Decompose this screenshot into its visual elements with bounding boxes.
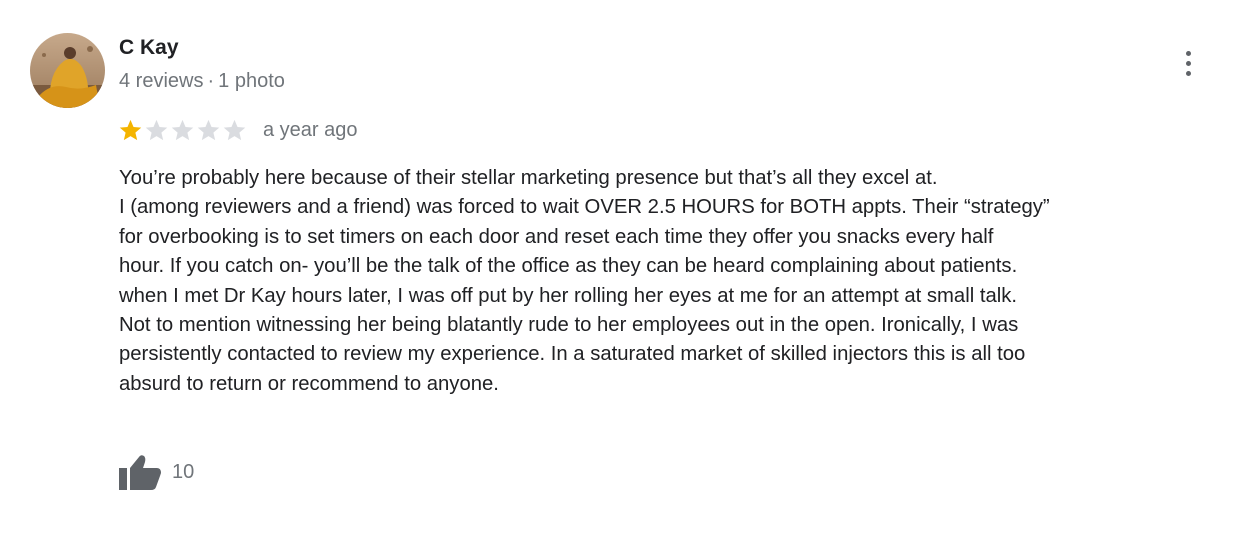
review-text-line: when I met Dr Kay hours later, I was off… xyxy=(119,284,1018,307)
review-text-line: absurd to return or recommend to anyone. xyxy=(119,372,499,395)
review-text-line: Not to mention witnessing her being blat… xyxy=(119,314,1019,337)
star-empty-icon xyxy=(145,119,168,140)
more-options-button[interactable] xyxy=(1172,44,1204,82)
star-filled-icon xyxy=(119,119,142,140)
menu-dot xyxy=(1185,60,1191,66)
star-rating xyxy=(118,118,247,143)
like-row: 10 xyxy=(119,452,194,492)
review-text: You’re probably here because of their st… xyxy=(119,164,1244,399)
review-text-line: hour. If you catch on- you’ll be the tal… xyxy=(119,255,1018,278)
more-vert-icon xyxy=(1185,50,1191,76)
review-text-line: for overbooking is to set timers on each… xyxy=(119,225,994,248)
menu-dot xyxy=(1185,70,1191,76)
star-empty-icon xyxy=(223,119,246,140)
star-empty-icon xyxy=(197,119,220,140)
menu-dot xyxy=(1185,50,1191,56)
reviewer-review-count: 4 reviews xyxy=(119,70,204,92)
rating-row: a year ago xyxy=(118,116,358,144)
like-count: 10 xyxy=(172,460,195,483)
reviewer-meta[interactable]: 4 reviews · 1 photo xyxy=(119,70,285,93)
review-text-line: persistently contacted to review my expe… xyxy=(119,343,1026,366)
review-card: C Kay 4 reviews · 1 photo a year ago You’r… xyxy=(0,0,1252,535)
review-date: a year ago xyxy=(263,118,358,141)
review-text-line: I (among reviewers and a friend) was for… xyxy=(119,196,1050,219)
reviewer-photo-count: 1 photo xyxy=(218,70,285,92)
thumb-up-icon[interactable] xyxy=(119,454,161,490)
star-empty-icon xyxy=(171,119,194,140)
review-text-line: You’re probably here because of their st… xyxy=(119,167,938,189)
meta-separator: · xyxy=(207,70,215,92)
reviewer-avatar[interactable] xyxy=(30,33,105,108)
reviewer-name[interactable]: C Kay xyxy=(119,36,179,60)
